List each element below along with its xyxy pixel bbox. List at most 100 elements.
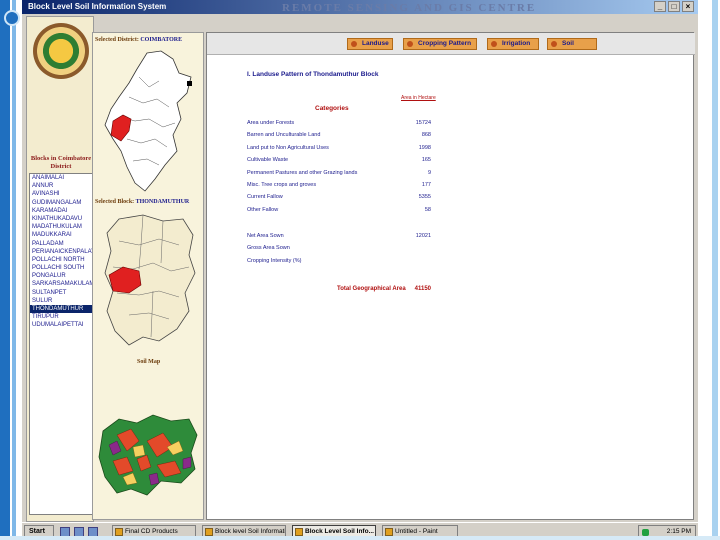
blocks-title-line: Blocks in Coimbatore — [30, 155, 92, 162]
slide-right-decoration — [698, 0, 720, 540]
decorative-bar — [0, 0, 10, 540]
task-app-icon — [385, 528, 393, 536]
selected-district-label: Selected District: COIMBATORE — [95, 37, 182, 43]
maximize-button[interactable]: □ — [668, 1, 680, 12]
block-list-item[interactable]: PERIANAICKENPALAYAM — [30, 248, 92, 256]
landuse-category-label: Barren and Unculturable Land — [247, 132, 321, 139]
tab-label: Irrigation — [502, 40, 531, 47]
block-list-item[interactable]: POLLACHI NORTH — [30, 256, 92, 264]
decorative-bar — [712, 0, 718, 540]
block-list-item[interactable]: KARAMADAI — [30, 207, 92, 215]
task-label: Block Level Soil Info... — [305, 528, 374, 535]
landuse-category-value: 5355 — [418, 194, 431, 201]
block-list-item[interactable]: SULUR — [30, 297, 92, 305]
header-banner: REMOTE SENSING AND GIS CENTRE — [282, 2, 537, 14]
soil-map-base — [98, 414, 198, 496]
tab-irrigation[interactable]: Irrigation — [487, 38, 539, 50]
landuse-category-label: Current Fallow — [247, 194, 283, 201]
map-marker — [187, 81, 192, 86]
block-list-item[interactable]: MADUKKARAI — [30, 231, 92, 239]
block-list-item[interactable]: SARKARSAMAKULAM — [30, 280, 92, 288]
block-list-item[interactable]: UDUMALAIPETTAI — [30, 321, 92, 329]
block-list-item[interactable]: KINATHUKADAVU — [30, 215, 92, 223]
task-app-icon — [295, 528, 303, 536]
close-button[interactable]: × — [682, 1, 694, 12]
tab-label: Soil — [562, 40, 574, 47]
tray-icon[interactable] — [642, 529, 649, 536]
block-list-item[interactable]: ANAIMALAI — [30, 174, 92, 182]
landuse-category-label: Other Fallow — [247, 206, 279, 213]
landuse-category-value: 165 — [421, 157, 431, 164]
landuse-category-label: Net Area Sown — [247, 233, 284, 239]
tab-landuse[interactable]: Landuse — [347, 38, 393, 50]
block-list-item[interactable]: PONGALUR — [30, 272, 92, 280]
tab-bullet-icon — [407, 41, 413, 47]
window-controls: _ □ × — [654, 1, 694, 12]
decorative-circle — [4, 10, 20, 26]
unit-note: Area in Hectare — [401, 95, 436, 101]
landuse-category-value: 58 — [424, 206, 431, 213]
landuse-category-value: 177 — [421, 182, 431, 188]
blocks-title-line: District — [50, 163, 72, 170]
block-label-text: Selected Block: — [95, 199, 135, 205]
task-app-icon — [205, 528, 213, 536]
landuse-category-value: 12021 — [415, 233, 431, 239]
maps-panel: Selected District: COIMBATORE Selected B… — [92, 32, 204, 520]
report-panel: Landuse Cropping Pattern Irrigation Soil… — [206, 32, 695, 520]
total-area-value: 41150 — [414, 286, 431, 292]
task-label: Untitled - Paint — [395, 528, 438, 535]
tab-label: Landuse — [362, 40, 389, 47]
block-list-item[interactable]: TIRUPUR — [30, 313, 92, 321]
tab-bullet-icon — [551, 41, 557, 47]
app-window: Block Level Soil Information System REMO… — [22, 0, 698, 540]
clock: 2:15 PM — [666, 528, 691, 535]
block-list-item[interactable]: ANNUR — [30, 182, 92, 190]
landuse-category-value: 868 — [421, 132, 431, 139]
task-app-icon — [115, 528, 123, 536]
landuse-category-label: Area under Forests — [247, 120, 295, 126]
decorative-bar — [12, 0, 16, 540]
block-list-item[interactable]: PALLADAM — [30, 240, 92, 248]
report-title: I. Landuse Pattern of Thondamuthur Block — [247, 71, 379, 78]
landuse-category-label: Gross Area Sown — [247, 245, 290, 252]
landuse-category-label: Misc. Tree crops and groves — [247, 182, 317, 188]
block-map[interactable] — [99, 211, 199, 351]
landuse-category-label: Permanent Pastures and other Grazing lan… — [247, 169, 358, 176]
title-bar[interactable]: Block Level Soil Information System REMO… — [22, 0, 698, 14]
landuse-category-label: Land put to Non Agricultural Uses — [247, 144, 329, 151]
selected-block-label: Selected Block: THONDAMUTHUR — [95, 199, 189, 205]
landuse-category-label: Cropping Intensity (%) — [247, 257, 302, 264]
tab-soil[interactable]: Soil — [547, 38, 597, 50]
tab-label: Cropping Pattern — [418, 40, 472, 47]
task-label: Block level Soil Informatio... — [215, 528, 286, 535]
block-listbox[interactable]: ANAIMALAI ANNUR AVINASHI GUDIMANGALAM KARAMA… — [29, 173, 93, 515]
task-label: Final CD Products — [125, 528, 178, 535]
block-list-item[interactable]: THONDAMUTHUR — [30, 305, 92, 314]
emblem-logo — [33, 23, 89, 79]
slide-left-decoration — [0, 0, 22, 540]
block-value: THONDAMUTHUR — [135, 199, 190, 205]
landuse-category-value: 9 — [427, 169, 431, 176]
block-list-item[interactable]: AVINASHI — [30, 190, 92, 198]
tab-cropping-pattern[interactable]: Cropping Pattern — [403, 38, 477, 50]
slide-bottom-decoration — [0, 536, 720, 540]
tab-bullet-icon — [351, 41, 357, 47]
left-sidebar: Blocks in Coimbatore District ANAIMALAI A… — [26, 16, 94, 522]
landuse-category-label: Cultivable Waste — [247, 157, 289, 164]
district-map[interactable] — [99, 47, 199, 197]
block-list-item[interactable]: POLLACHI SOUTH — [30, 264, 92, 272]
block-list-item[interactable]: SULTANPET — [30, 289, 92, 297]
block-list-item[interactable]: GUDIMANGALAM — [30, 199, 92, 207]
minimize-button[interactable]: _ — [654, 1, 666, 12]
landuse-category-value: 1998 — [418, 144, 431, 151]
soil-map-label: Soil Map — [137, 359, 161, 365]
window-title: Block Level Soil Information System — [28, 2, 167, 11]
blocks-list-title: Blocks in Coimbatore District — [29, 155, 93, 171]
landuse-category-value: 15724 — [415, 120, 431, 126]
district-value: COIMBATORE — [140, 37, 183, 43]
district-label-text: Selected District: — [95, 37, 139, 43]
tab-bar: Landuse Cropping Pattern Irrigation Soil — [207, 33, 695, 55]
tab-bullet-icon — [491, 41, 497, 47]
soil-map[interactable] — [97, 411, 201, 501]
block-list-item[interactable]: MADATHUKULAM — [30, 223, 92, 231]
